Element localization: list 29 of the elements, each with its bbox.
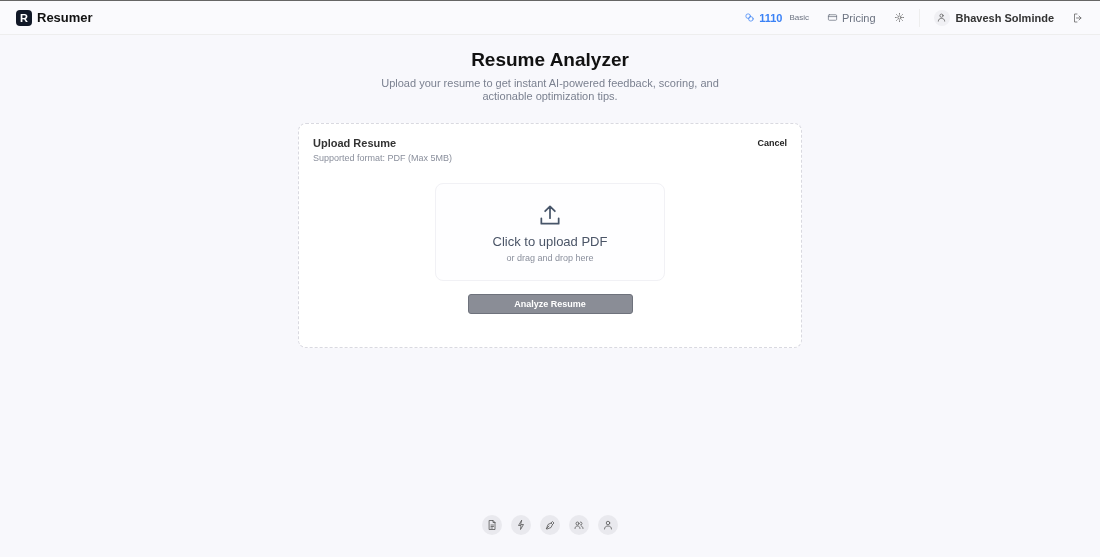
card-title: Upload Resume bbox=[313, 137, 398, 149]
credit-count: 1110 bbox=[759, 11, 783, 24]
dock-button[interactable] bbox=[540, 515, 560, 535]
theme-toggle[interactable] bbox=[893, 12, 905, 23]
user-name[interactable]: Bhavesh Solminde bbox=[955, 11, 1054, 24]
logo-icon[interactable]: R bbox=[16, 9, 32, 26]
page-title: Resume Analyzer bbox=[471, 49, 629, 71]
user-icon bbox=[602, 519, 614, 531]
cancel-button[interactable]: Cancel bbox=[757, 137, 787, 149]
dropzone-title: Click to upload PDF bbox=[492, 233, 608, 249]
dock-button[interactable] bbox=[569, 515, 589, 535]
pricing-link[interactable]: Pricing bbox=[826, 11, 876, 24]
dock-button[interactable] bbox=[482, 515, 502, 535]
dock-button[interactable] bbox=[511, 515, 531, 535]
bolt-icon bbox=[515, 519, 527, 531]
page-subtitle: Upload your resume to get instant AI-powered feedback, scoring, and actionable optimization tips. bbox=[380, 77, 720, 103]
brand-name[interactable]: Resumer bbox=[37, 10, 93, 25]
dock-button[interactable] bbox=[598, 515, 618, 535]
document-icon bbox=[486, 519, 498, 531]
users-icon bbox=[573, 519, 585, 531]
upload-dropzone[interactable]: Click to upload PDF or drag and drop here bbox=[435, 183, 665, 281]
format-hint: Supported format: PDF (Max 5MB) bbox=[313, 153, 453, 163]
user-icon bbox=[936, 12, 948, 23]
card-icon bbox=[826, 12, 838, 23]
sun-icon bbox=[893, 12, 905, 23]
pen-icon bbox=[544, 519, 556, 531]
plan-label: Basic bbox=[789, 13, 809, 22]
logout-icon[interactable] bbox=[1072, 11, 1084, 24]
dropzone-hint: or drag and drop here bbox=[506, 252, 594, 263]
